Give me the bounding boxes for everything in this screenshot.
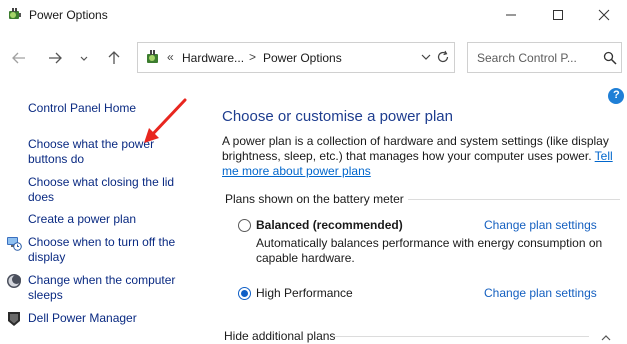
monitor-clock-icon: [6, 235, 22, 251]
address-dropdown-button[interactable]: [420, 51, 432, 63]
left-link-line: Dell Power Manager: [28, 311, 137, 325]
chevron-down-icon: [421, 54, 431, 60]
balanced-plan-description: Automatically balances performance with …: [256, 236, 603, 265]
high-performance-plan-name[interactable]: High Performance: [256, 286, 353, 300]
chevron-down-icon: [80, 56, 88, 61]
left-link-line: Choose what closing the lid: [28, 175, 175, 189]
close-icon: [598, 9, 610, 21]
annotation-arrow-icon: [144, 98, 187, 143]
left-link-line: buttons do: [28, 152, 85, 166]
left-link-line: Change when the computer: [28, 273, 176, 287]
left-link-line: Choose what the power: [28, 137, 155, 151]
back-button[interactable]: [8, 47, 30, 69]
high-performance-plan-radio[interactable]: [238, 287, 251, 300]
control-panel-icon: [144, 49, 162, 67]
arrow-left-icon: [12, 52, 25, 64]
balanced-plan-name[interactable]: Balanced (recommended): [256, 218, 403, 232]
balanced-plan-radio[interactable]: [238, 219, 251, 232]
high-performance-change-plan-settings-link[interactable]: Change plan settings: [484, 286, 597, 300]
left-link-line: Choose when to turn off the: [28, 235, 176, 249]
balanced-change-plan-settings-link[interactable]: Change plan settings: [484, 218, 597, 232]
breadcrumb-power-options[interactable]: Power Options: [263, 51, 342, 65]
description-text: A power plan is a collection of hardware…: [222, 134, 609, 163]
left-link-sleep[interactable]: Change when the computer sleeps: [28, 273, 175, 303]
close-button[interactable]: [581, 0, 627, 30]
section-divider: [408, 199, 620, 200]
maximize-button[interactable]: [535, 0, 581, 30]
left-link-turn-off-display[interactable]: Choose when to turn off the display: [28, 235, 175, 265]
breadcrumb-hardware[interactable]: Hardware...: [182, 51, 244, 65]
left-link-line: display: [28, 250, 66, 264]
page-description: A power plan is a collection of hardware…: [222, 134, 617, 179]
search-input[interactable]: Search Control P...: [467, 42, 622, 73]
refresh-icon: [437, 50, 449, 63]
window-title: Power Options: [29, 8, 108, 22]
arrow-up-icon: [108, 51, 120, 64]
left-link-line: does: [28, 190, 55, 204]
left-link-line: Create a power plan: [28, 212, 137, 226]
search-placeholder: Search Control P...: [477, 51, 577, 65]
plans-section-header: Plans shown on the battery meter: [225, 192, 404, 206]
chevron-up-icon: [601, 335, 611, 341]
minimize-button[interactable]: [488, 0, 534, 30]
refresh-button[interactable]: [436, 50, 450, 64]
left-link-create-plan[interactable]: Create a power plan: [28, 212, 136, 227]
forward-button[interactable]: [44, 47, 66, 69]
moon-sleep-icon: [6, 273, 22, 289]
dell-shield-icon: [6, 311, 22, 327]
recent-locations-button[interactable]: [76, 47, 92, 69]
title-bar: Power Options: [0, 0, 627, 30]
arrow-right-icon: [49, 52, 62, 64]
breadcrumb-separator[interactable]: >: [249, 50, 256, 64]
left-link-dell-power-manager[interactable]: Dell Power Manager: [28, 311, 137, 326]
page-title: Choose or customise a power plan: [222, 108, 453, 125]
help-icon[interactable]: ?: [608, 88, 624, 104]
left-link-closing-lid[interactable]: Choose what closing the lid does: [28, 175, 174, 205]
control-panel-home-link[interactable]: Control Panel Home: [28, 101, 136, 116]
up-button[interactable]: [103, 47, 125, 69]
breadcrumb-overflow[interactable]: «: [167, 50, 174, 64]
power-options-icon: [7, 7, 23, 23]
search-icon[interactable]: [603, 51, 617, 65]
hide-additional-plans-label[interactable]: Hide additional plans: [224, 329, 335, 343]
maximize-icon: [553, 10, 563, 20]
address-bar[interactable]: « Hardware... > Power Options: [137, 42, 455, 73]
left-link-line: sleeps: [28, 288, 63, 302]
minimize-icon: [506, 14, 516, 16]
left-link-power-buttons[interactable]: Choose what the power buttons do: [28, 137, 154, 167]
